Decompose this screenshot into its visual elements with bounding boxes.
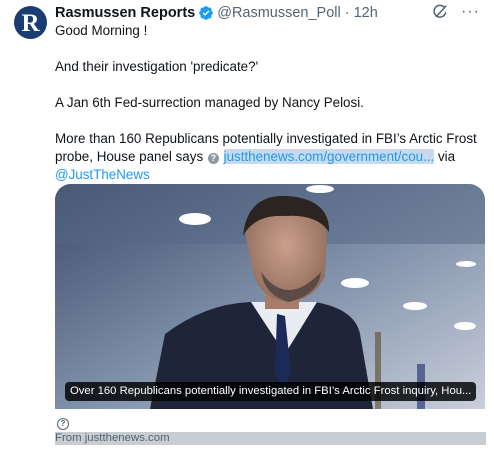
card-caption: Over 160 Republicans potentially investi… — [65, 382, 477, 401]
post-line: And their investigation 'predicate?' — [55, 59, 259, 74]
help-icon[interactable]: ? — [207, 153, 219, 164]
author-name[interactable]: Rasmussen Reports — [55, 5, 195, 21]
avatar-initial: R — [21, 9, 40, 37]
post-time[interactable]: 12h — [354, 5, 378, 21]
tweet[interactable]: R Rasmussen Reports @Rasmussen_Poll · 12… — [0, 0, 494, 450]
via-text: via — [437, 149, 456, 164]
post-line: More than 160 Republicans potentially in… — [55, 130, 485, 184]
author-handle[interactable]: @Rasmussen_Poll — [217, 5, 341, 21]
verified-badge-icon — [199, 6, 214, 20]
header-actions: ··· — [431, 3, 480, 21]
grok-icon[interactable] — [431, 3, 449, 21]
mention-link[interactable]: @JustTheNews — [55, 167, 150, 182]
tweet-header: Rasmussen Reports @Rasmussen_Poll · 12h — [55, 4, 378, 22]
more-options-icon[interactable]: ··· — [461, 3, 480, 21]
avatar[interactable]: R — [14, 6, 47, 39]
post-line: Good Morning ! — [55, 23, 148, 38]
help-icon[interactable]: ? — [57, 418, 69, 430]
link-card[interactable]: Over 160 Republicans potentially investi… — [55, 184, 485, 409]
post-text: Good Morning ! And their investigation '… — [55, 22, 485, 184]
post-line: A Jan 6th Fed-surrection managed by Nanc… — [55, 95, 364, 110]
article-link[interactable]: justthenews.com/government/cou... — [223, 149, 435, 164]
card-image[interactable] — [55, 184, 485, 409]
separator-dot: · — [344, 5, 350, 21]
card-source[interactable]: From justthenews.com — [55, 432, 486, 445]
